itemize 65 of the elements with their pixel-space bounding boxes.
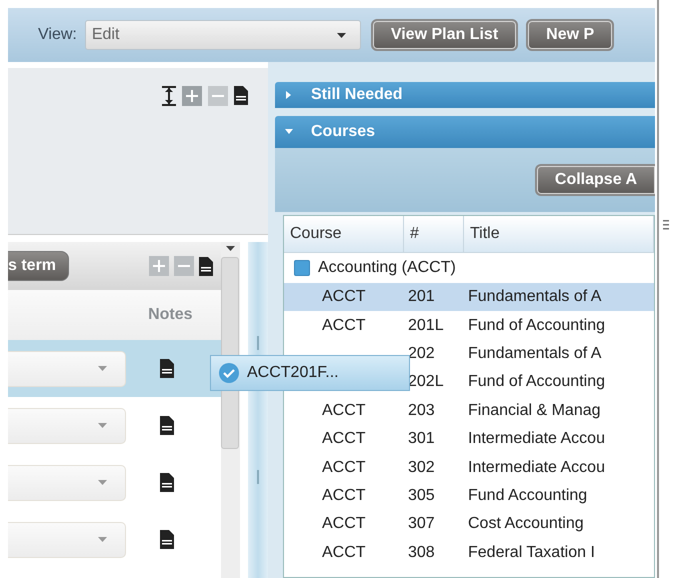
column-heading[interactable]: Title bbox=[464, 216, 654, 252]
course-code: ACCT bbox=[321, 316, 366, 334]
caret-down-icon bbox=[285, 128, 293, 136]
add-icon[interactable] bbox=[148, 256, 169, 276]
course-number: 301 bbox=[407, 430, 436, 448]
add-icon[interactable] bbox=[182, 86, 202, 106]
course-code: ACCT bbox=[321, 515, 366, 532]
collapse-button[interactable]: Collapse A bbox=[534, 164, 655, 196]
course-number: 201 bbox=[407, 288, 436, 306]
course-title: Financial & Manag bbox=[467, 402, 602, 420]
remove-icon[interactable] bbox=[174, 256, 194, 276]
view-select[interactable]: Edit bbox=[84, 20, 361, 50]
course-number: 308 bbox=[407, 544, 436, 562]
course-title: Intermediate Accou bbox=[467, 430, 606, 448]
course-row[interactable]: ACCT 201 Fundamentals of A bbox=[284, 283, 654, 312]
course-code: ACCT bbox=[321, 544, 366, 561]
course-code: ACCT bbox=[321, 288, 366, 306]
caret-icon bbox=[226, 246, 235, 251]
document-icon[interactable] bbox=[234, 86, 248, 105]
caret-icon bbox=[98, 366, 107, 371]
view-label: View: bbox=[38, 26, 77, 44]
course-code: ACCT bbox=[321, 486, 366, 504]
remove-icon[interactable] bbox=[208, 86, 228, 106]
caret-right-icon bbox=[285, 91, 293, 99]
course-number: 305 bbox=[407, 486, 436, 505]
course-number: 203 bbox=[407, 402, 436, 420]
grip-icon bbox=[257, 470, 260, 484]
document-icon[interactable] bbox=[160, 530, 174, 549]
course-title: Cost Accounting bbox=[467, 515, 585, 534]
toolbar-button[interactable]: New P bbox=[526, 19, 614, 51]
course-title: Fund Accounting bbox=[467, 486, 588, 505]
course-number: 307 bbox=[407, 515, 436, 534]
course-title: Fundamentals of A bbox=[467, 344, 602, 363]
course-title: Federal Taxation I bbox=[467, 544, 596, 562]
caret-icon bbox=[98, 480, 107, 485]
course-number: 201L bbox=[407, 316, 445, 335]
caret-icon bbox=[98, 423, 107, 428]
course-title: Intermediate Accou bbox=[467, 458, 606, 477]
document-icon[interactable] bbox=[198, 256, 213, 276]
grip-icon bbox=[257, 336, 260, 350]
course-number: 202 bbox=[407, 344, 436, 363]
document-icon[interactable] bbox=[160, 473, 174, 492]
group-label: Accounting (ACCT) bbox=[318, 259, 456, 277]
document-icon[interactable] bbox=[160, 416, 174, 435]
column-heading[interactable]: Course bbox=[284, 216, 404, 252]
caret-icon bbox=[98, 537, 107, 542]
course-title: Fund of Accounting bbox=[467, 373, 606, 392]
notes-heading: Notes bbox=[148, 306, 193, 324]
course-code: ACCT bbox=[321, 402, 366, 419]
term-button[interactable]: s term bbox=[8, 251, 70, 281]
course-number: 302 bbox=[407, 458, 436, 477]
caret-icon bbox=[336, 32, 346, 38]
course-title: Fund of Accounting bbox=[467, 316, 606, 335]
section-title: Still Needed bbox=[311, 86, 403, 104]
section-title: Courses bbox=[311, 123, 376, 141]
course-code: ACCT bbox=[321, 430, 366, 448]
column-heading[interactable]: # bbox=[404, 216, 464, 252]
document-icon[interactable] bbox=[160, 359, 174, 378]
course-number: 202L bbox=[407, 373, 445, 392]
grip-icon bbox=[663, 220, 669, 230]
expand-rows-icon[interactable] bbox=[162, 86, 176, 106]
group-checkbox[interactable] bbox=[294, 260, 310, 276]
course-code: ACCT bbox=[321, 458, 366, 476]
toolbar-button[interactable]: View Plan List bbox=[370, 19, 518, 51]
course-title: Fundamentals of A bbox=[467, 288, 602, 306]
